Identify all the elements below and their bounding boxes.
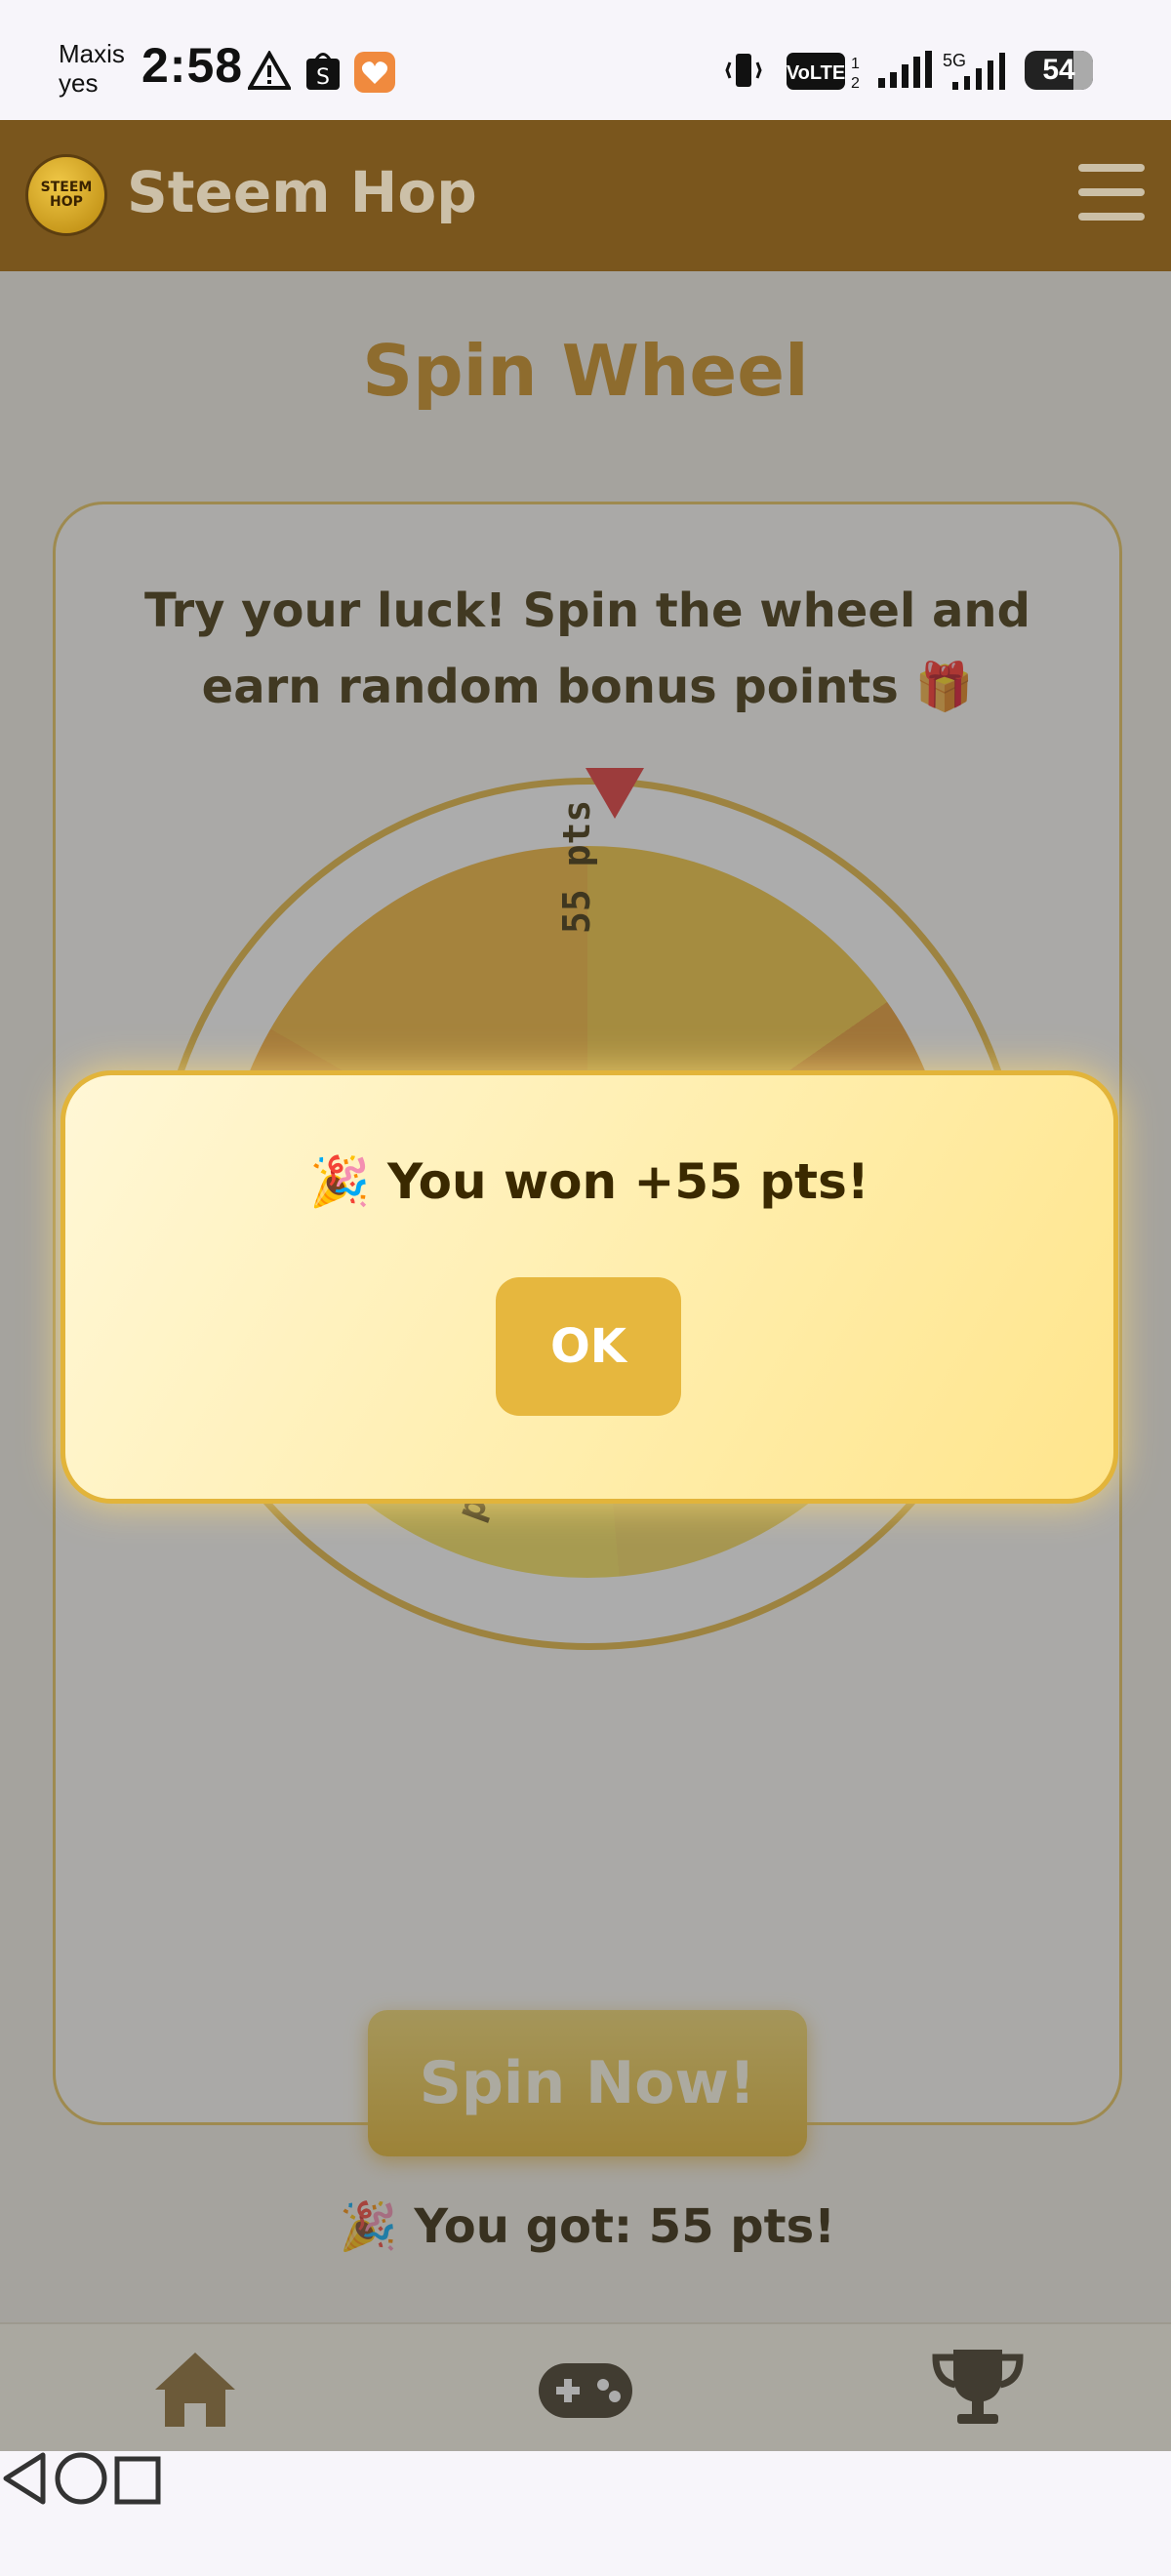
ok-button[interactable]: OK (496, 1277, 681, 1416)
warning-icon (248, 51, 291, 90)
vibrate-icon (725, 54, 762, 87)
home-circle-icon[interactable] (54, 2451, 108, 2506)
5g-signal-icon: 5G (943, 51, 1005, 90)
volte-icon: VoLTE 1 2 (787, 53, 860, 92)
shopee-icon: S (306, 53, 340, 90)
carrier-line-2: yes (59, 68, 99, 98)
svg-text:5G: 5G (943, 51, 966, 70)
system-nav-bar (0, 2451, 1171, 2576)
svg-text:VoLTE: VoLTE (787, 62, 845, 84)
heart-app-icon (354, 52, 395, 93)
app-title[interactable]: Steem Hop (127, 159, 477, 225)
battery-icon: 54 (1025, 51, 1093, 90)
recents-icon[interactable] (113, 2455, 162, 2506)
hamburger-menu-icon[interactable] (1078, 164, 1145, 226)
svg-text:1: 1 (851, 56, 860, 72)
carrier-label: Maxis yes (59, 39, 125, 98)
status-bar: Maxis yes 2:58 S VoLTE 1 2 5G 54 (0, 0, 1171, 120)
win-message: 🎉 You won +55 pts! (309, 1153, 869, 1210)
battery-level: 54 (1042, 54, 1075, 86)
app-header: STEEM HOP Steem Hop (0, 120, 1171, 271)
clock: 2:58 (141, 38, 244, 93)
svg-text:S: S (316, 65, 330, 90)
carrier-line-1: Maxis (59, 39, 125, 68)
logo[interactable]: STEEM HOP (25, 154, 107, 236)
signal-icon (878, 51, 932, 88)
logo-text: STEEM HOP (40, 180, 93, 210)
back-icon[interactable] (0, 2451, 49, 2506)
svg-text:2: 2 (851, 75, 860, 92)
win-modal: 🎉 You won +55 pts! OK (61, 1070, 1118, 1504)
